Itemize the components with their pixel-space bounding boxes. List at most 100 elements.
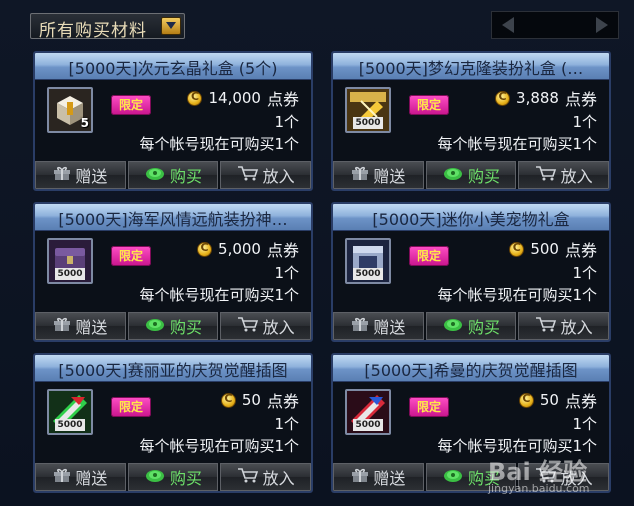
add-to-cart-button[interactable]: 放入 — [220, 463, 311, 491]
purchase-limit-text: 每个帐号现在可购买1个 — [139, 135, 299, 153]
cart-label: 放入 — [560, 318, 593, 337]
coupon-coin-icon — [197, 241, 213, 257]
gift-button[interactable]: 赠送 — [333, 161, 424, 189]
price-unit: 点券 — [266, 392, 299, 411]
gift-icon — [53, 165, 71, 185]
gift-button[interactable]: 赠送 — [333, 463, 424, 491]
add-to-cart-button[interactable]: 放入 — [518, 312, 609, 340]
purchase-limit-text: 每个帐号现在可购买1个 — [437, 437, 597, 455]
gift-icon — [351, 165, 369, 185]
buy-label: 购买 — [468, 167, 501, 186]
purchase-limit-text: 每个帐号现在可购买1个 — [139, 437, 299, 455]
item-quantity-label: 5000 — [353, 419, 383, 431]
green-illustration-icon[interactable]: 5000 — [47, 389, 93, 435]
buy-button[interactable]: 购买 — [425, 161, 517, 189]
buy-icon — [442, 165, 464, 185]
cart-label: 放入 — [262, 469, 295, 488]
crystal-box-icon[interactable]: 5 — [47, 87, 93, 133]
item-actions: 赠送 购买 放入 — [35, 463, 311, 491]
item-price: 500 — [530, 240, 559, 258]
price-row: 14,000 点券 — [187, 87, 299, 109]
buy-icon — [442, 467, 464, 487]
gift-icon — [53, 467, 71, 487]
item-card: [5000天]海军风情远航装扮神… 5000 限定 5,000 点券 1个 每个… — [33, 202, 313, 342]
page-navigator — [491, 11, 619, 39]
buy-button[interactable]: 购买 — [127, 161, 219, 189]
price-unit: 点券 — [564, 90, 597, 109]
price-row: 50 点券 — [518, 389, 597, 411]
buy-button[interactable]: 购买 — [127, 463, 219, 491]
cart-label: 放入 — [560, 167, 593, 186]
item-price: 14,000 — [208, 89, 261, 107]
item-actions: 赠送 购买 放入 — [333, 463, 609, 491]
limited-badge: 限定 — [409, 246, 449, 266]
item-count: 1个 — [572, 415, 597, 433]
buy-icon — [144, 467, 166, 487]
red-illustration-icon[interactable]: 5000 — [345, 389, 391, 435]
material-filter-dropdown[interactable]: 所有购买材料 — [30, 13, 185, 41]
buy-label: 购买 — [468, 318, 501, 337]
purchase-limit-text: 每个帐号现在可购买1个 — [437, 286, 597, 304]
add-to-cart-button[interactable]: 放入 — [518, 161, 609, 189]
item-card: [5000天]迷你小美宠物礼盒 5000 限定 500 点券 1个 每个帐号现在… — [331, 202, 611, 342]
coupon-coin-icon — [220, 392, 236, 408]
item-title-bar: [5000天]海军风情远航装扮神… — [35, 204, 311, 231]
purchase-limit-text: 每个帐号现在可购买1个 — [139, 286, 299, 304]
limited-badge: 限定 — [111, 397, 151, 417]
item-quantity-label: 5000 — [353, 117, 383, 129]
item-count: 1个 — [274, 264, 299, 282]
gift-button[interactable]: 赠送 — [35, 312, 126, 340]
cart-icon — [237, 467, 259, 487]
item-count: 1个 — [572, 113, 597, 131]
item-actions: 赠送 购买 放入 — [333, 312, 609, 340]
item-count: 1个 — [274, 113, 299, 131]
gift-icon — [53, 316, 71, 336]
item-actions: 赠送 购买 放入 — [35, 161, 311, 189]
chevron-down-icon[interactable] — [161, 17, 181, 35]
price-row: 50 点券 — [220, 389, 299, 411]
gift-label: 赠送 — [75, 167, 108, 186]
next-page-icon[interactable] — [594, 16, 610, 38]
buy-icon — [144, 316, 166, 336]
buy-label: 购买 — [170, 167, 203, 186]
item-count: 1个 — [274, 415, 299, 433]
prev-page-icon[interactable] — [500, 16, 516, 38]
item-actions: 赠送 购买 放入 — [35, 312, 311, 340]
limited-badge: 限定 — [409, 397, 449, 417]
buy-icon — [144, 165, 166, 185]
navy-chest-icon[interactable]: 5000 — [47, 238, 93, 284]
gift-label: 赠送 — [75, 318, 108, 337]
limited-badge: 限定 — [111, 95, 151, 115]
limited-badge: 限定 — [111, 246, 151, 266]
price-row: 500 点券 — [509, 238, 597, 260]
item-count: 1个 — [572, 264, 597, 282]
gift-button[interactable]: 赠送 — [35, 161, 126, 189]
buy-button[interactable]: 购买 — [127, 312, 219, 340]
gift-icon — [351, 316, 369, 336]
item-quantity-label: 5 — [80, 116, 89, 130]
buy-icon — [442, 316, 464, 336]
pet-box-icon[interactable]: 5000 — [345, 238, 391, 284]
add-to-cart-button[interactable]: 放入 — [220, 161, 311, 189]
item-card: [5000天]梦幻克隆装扮礼盒 (… 5000 限定 3,888 点券 1个 每… — [331, 51, 611, 191]
coupon-coin-icon — [509, 241, 525, 257]
item-title: [5000天]迷你小美宠物礼盒 — [372, 210, 570, 229]
price-unit: 点券 — [266, 241, 299, 260]
add-to-cart-button[interactable]: 放入 — [220, 312, 311, 340]
item-title-bar: [5000天]次元玄晶礼盒 (5个) — [35, 53, 311, 80]
clone-box-icon[interactable]: 5000 — [345, 87, 391, 133]
price-unit: 点券 — [266, 90, 299, 109]
item-title: [5000天]海军风情远航装扮神… — [58, 210, 288, 229]
buy-button[interactable]: 购买 — [425, 463, 517, 491]
price-row: 3,888 点券 — [495, 87, 597, 109]
gift-button[interactable]: 赠送 — [35, 463, 126, 491]
coupon-coin-icon — [187, 90, 203, 106]
filter-label: 所有购买材料 — [39, 21, 147, 41]
cart-label: 放入 — [262, 318, 295, 337]
item-title-bar: [5000天]赛丽亚的庆贺觉醒插图 — [35, 355, 311, 382]
item-price: 50 — [539, 391, 559, 409]
add-to-cart-button[interactable]: 放入 — [518, 463, 609, 491]
buy-button[interactable]: 购买 — [425, 312, 517, 340]
price-unit: 点券 — [564, 392, 597, 411]
gift-button[interactable]: 赠送 — [333, 312, 424, 340]
